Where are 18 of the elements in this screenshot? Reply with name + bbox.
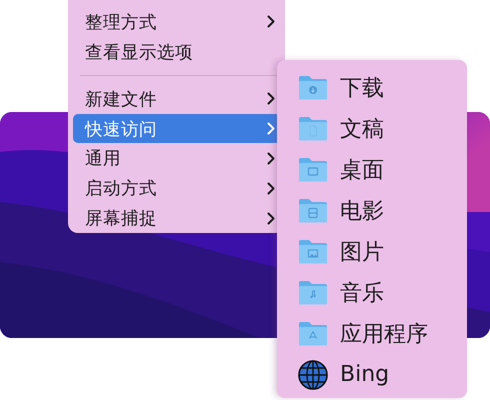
submenu-item[interactable]: 电影 — [298, 190, 467, 231]
menu-item[interactable]: 查看显示选项 — [73, 36, 285, 67]
folder-document-icon — [298, 116, 328, 141]
folder-film-icon — [298, 198, 328, 223]
submenu-item[interactable]: Bing — [298, 354, 467, 395]
submenu-item[interactable]: 文稿 — [298, 108, 467, 149]
submenu-item[interactable]: 桌面 — [298, 149, 467, 190]
menu-item[interactable]: 整理方式 — [73, 7, 285, 37]
submenu-item[interactable]: 图片 — [298, 231, 467, 272]
folder-download-icon — [298, 75, 328, 100]
submenu-item[interactable]: 下载 — [298, 67, 467, 108]
submenu-item[interactable]: 音乐 — [298, 272, 467, 313]
folder-music-note-icon — [298, 280, 328, 305]
submenu-item[interactable]: 应用程序 — [298, 313, 467, 354]
folder-image-icon — [298, 239, 328, 264]
folder-desktop-icon — [298, 157, 328, 182]
folder-app-store-icon — [298, 321, 328, 346]
globe-icon — [298, 360, 328, 390]
